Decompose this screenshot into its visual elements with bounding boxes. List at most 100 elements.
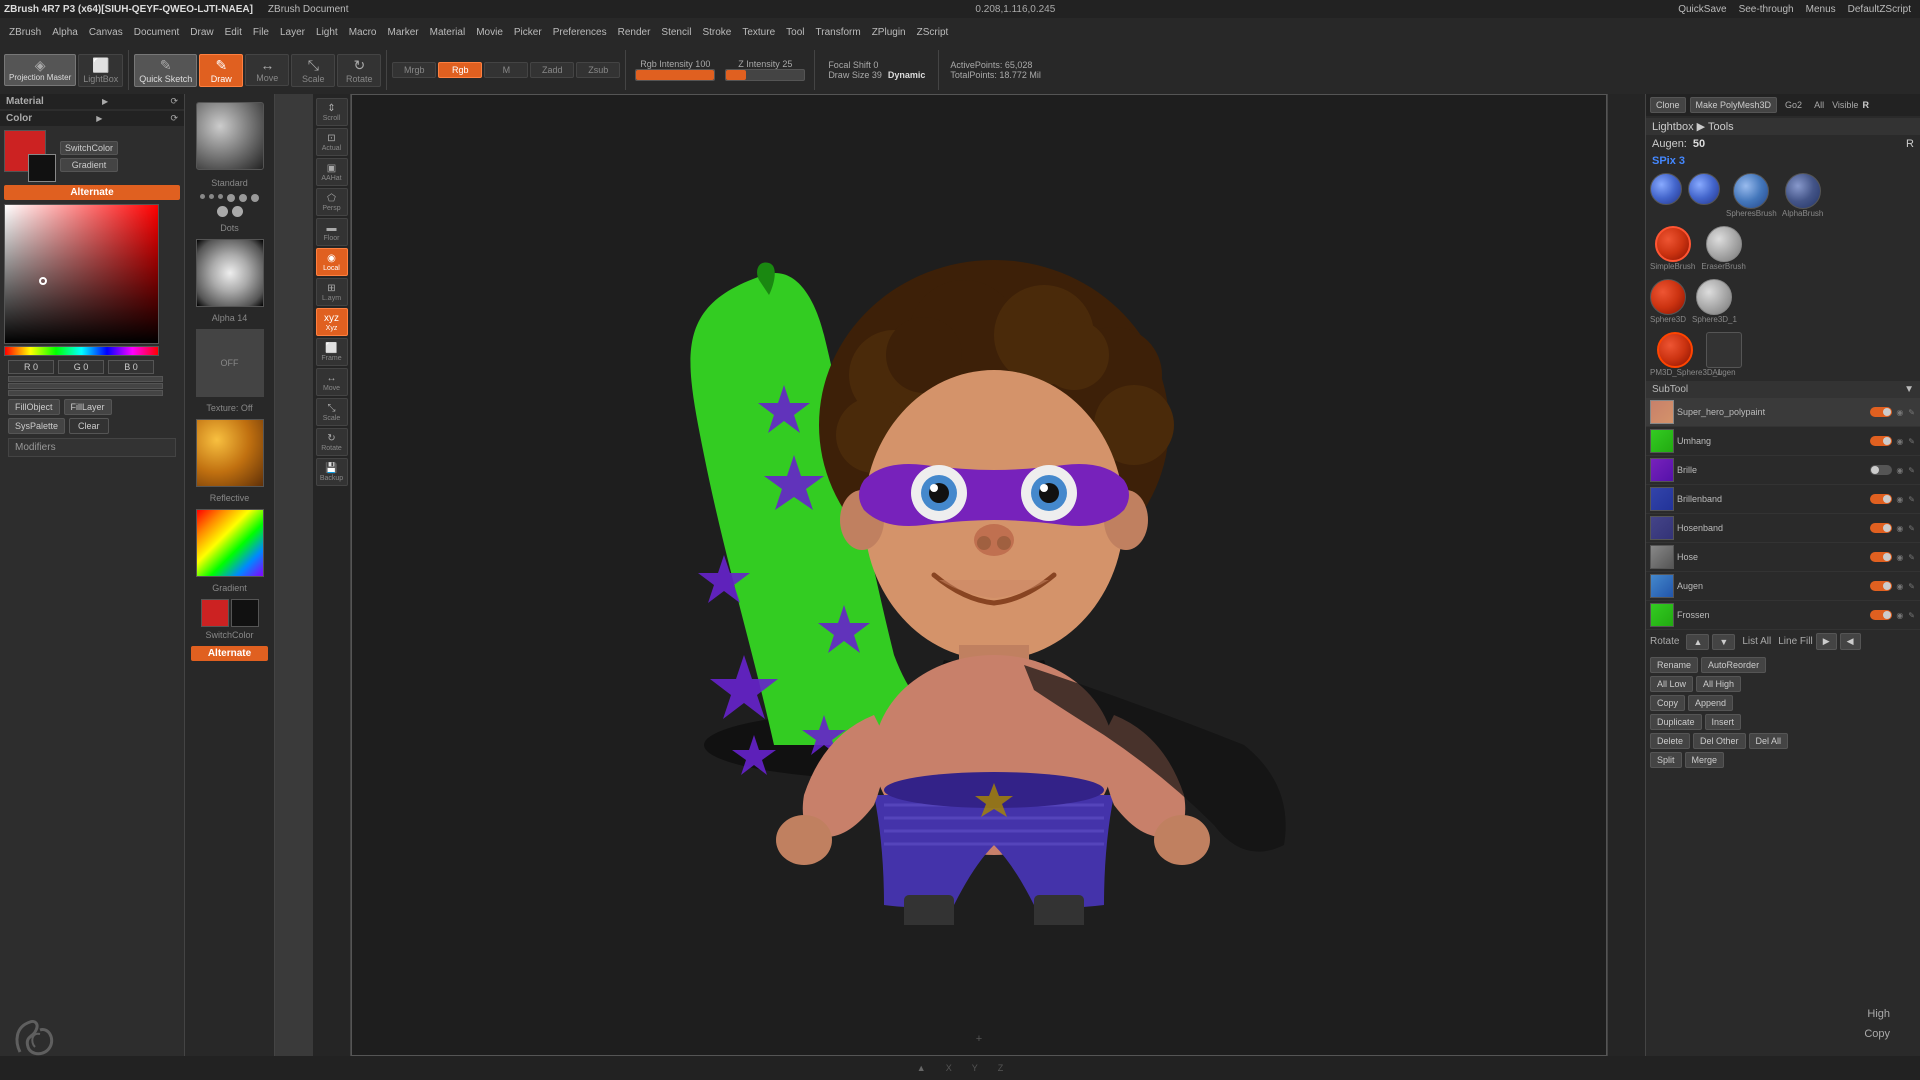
switch-color-swatch-1[interactable]: [201, 599, 229, 627]
menu-macro[interactable]: Macro: [344, 26, 382, 39]
secondary-color-swatch[interactable]: [28, 154, 56, 182]
subtool-item-6[interactable]: Hose ◉ ✎: [1646, 543, 1920, 572]
augen-item[interactable]: Augen: [1706, 332, 1742, 377]
menu-alpha[interactable]: Alpha: [47, 26, 83, 39]
menu-stencil[interactable]: Stencil: [656, 26, 696, 39]
mrgb-btn[interactable]: Mrgb: [392, 62, 436, 78]
default-script-btn[interactable]: DefaultZScript: [1843, 3, 1916, 16]
menu-item-document[interactable]: ZBrush Document: [263, 3, 354, 16]
subtool-item-8[interactable]: Frossen ◉ ✎: [1646, 601, 1920, 630]
quicksave-btn[interactable]: QuickSave: [1673, 3, 1731, 16]
subtool-item-3[interactable]: Brille ◉ ✎: [1646, 456, 1920, 485]
scroll-btn[interactable]: ⇕ Scroll: [316, 98, 348, 126]
line-fill-left-btn[interactable]: ◀: [1840, 633, 1861, 650]
menu-movie[interactable]: Movie: [471, 26, 508, 39]
subtool-toggle-1[interactable]: [1870, 407, 1892, 417]
subtool-action-1b[interactable]: ✎: [1907, 408, 1916, 417]
duplicate-btn[interactable]: Duplicate: [1650, 714, 1702, 730]
make-polymesh3d-btn[interactable]: Make PolyMesh3D: [1690, 97, 1778, 113]
subtool-toggle-7[interactable]: [1870, 581, 1892, 591]
eraser-brush-item[interactable]: EraserBrush: [1701, 226, 1745, 271]
rotate-up-btn[interactable]: ▲: [1686, 634, 1709, 650]
move-btn[interactable]: ↔ Move: [245, 54, 289, 86]
alternate-btn[interactable]: Alternate: [4, 185, 180, 200]
append-btn[interactable]: Append: [1688, 695, 1733, 711]
r-bar[interactable]: [8, 376, 163, 382]
line-fill-right-btn[interactable]: ▶: [1816, 633, 1837, 650]
draw-mode-btn[interactable]: ✎ Draw: [199, 54, 243, 87]
all-low-btn[interactable]: All Low: [1650, 676, 1693, 692]
menu-marker[interactable]: Marker: [383, 26, 424, 39]
spheres-brush-item[interactable]: SpheresBrush: [1726, 173, 1776, 218]
split-btn[interactable]: Split: [1650, 752, 1682, 768]
subtool-action-5a[interactable]: ◉: [1895, 524, 1904, 533]
menus-btn[interactable]: Menus: [1801, 3, 1841, 16]
subtool-action-6a[interactable]: ◉: [1895, 553, 1904, 562]
subtool-action-8a[interactable]: ◉: [1895, 611, 1904, 620]
subtool-action-6b[interactable]: ✎: [1907, 553, 1916, 562]
laym-btn[interactable]: ⊞ L.aym: [316, 278, 348, 306]
menu-texture[interactable]: Texture: [737, 26, 780, 39]
scale-strip-btn[interactable]: ⤡ Scale: [316, 398, 348, 426]
subtool-toggle-5[interactable]: [1870, 523, 1892, 533]
menu-picker[interactable]: Picker: [509, 26, 547, 39]
b-bar[interactable]: [8, 390, 163, 396]
subtool-item-7[interactable]: Augen ◉ ✎: [1646, 572, 1920, 601]
rename-btn[interactable]: Rename: [1650, 657, 1698, 673]
copy-btn[interactable]: Copy: [1650, 695, 1685, 711]
sphere3d-1-item[interactable]: Sphere3D_1: [1692, 279, 1737, 324]
menu-canvas[interactable]: Canvas: [84, 26, 128, 39]
projection-master-btn[interactable]: ◈ Projection Master: [4, 54, 76, 86]
viewport[interactable]: +: [351, 94, 1607, 1056]
del-other-btn[interactable]: Del Other: [1693, 733, 1746, 749]
brush-alpha-thumbnail[interactable]: [196, 239, 264, 307]
frame-btn[interactable]: ⬜ Frame: [316, 338, 348, 366]
g-input[interactable]: [58, 360, 104, 374]
menu-light[interactable]: Light: [311, 26, 343, 39]
brush-reflective-thumbnail[interactable]: [196, 419, 264, 487]
fill-layer-btn[interactable]: FillLayer: [64, 399, 112, 415]
menu-tool[interactable]: Tool: [781, 26, 809, 39]
menu-file[interactable]: File: [248, 26, 274, 39]
menu-document[interactable]: Document: [129, 26, 185, 39]
persp-btn[interactable]: ⬠ Persp: [316, 188, 348, 216]
auto-reorder-btn[interactable]: AutoReorder: [1701, 657, 1766, 673]
subtool-action-3a[interactable]: ◉: [1895, 466, 1904, 475]
g-bar[interactable]: [8, 383, 163, 389]
menu-zplugin[interactable]: ZPlugin: [867, 26, 911, 39]
zsub-btn[interactable]: Zsub: [576, 62, 620, 78]
pm3d-sphere-item[interactable]: PM3D_Sphere3D_1: [1650, 332, 1700, 377]
scale-btn[interactable]: ⤡ Scale: [291, 54, 335, 87]
menu-zscript[interactable]: ZScript: [912, 26, 954, 39]
switch-color-swatch-2[interactable]: [231, 599, 259, 627]
brush-gradient-thumbnail[interactable]: [196, 509, 264, 577]
subtool-toggle-3[interactable]: [1870, 465, 1892, 475]
insert-btn[interactable]: Insert: [1705, 714, 1742, 730]
brush-texture-thumbnail[interactable]: OFF: [196, 329, 264, 397]
rotate-btn[interactable]: ↻ Rotate: [337, 54, 381, 87]
alpha-brush-item[interactable]: AlphaBrush: [1782, 173, 1823, 218]
m-btn[interactable]: M: [484, 62, 528, 78]
move-strip-btn[interactable]: ↔ Move: [316, 368, 348, 396]
delete-btn[interactable]: Delete: [1650, 733, 1690, 749]
subtool-action-4b[interactable]: ✎: [1907, 495, 1916, 504]
menu-render[interactable]: Render: [613, 26, 656, 39]
subtool-item-2[interactable]: Umhang ◉ ✎: [1646, 427, 1920, 456]
menu-material[interactable]: Material: [425, 26, 471, 39]
lightbox-btn[interactable]: ⬜ LightBox: [78, 54, 123, 87]
subtool-action-7a[interactable]: ◉: [1895, 582, 1904, 591]
menu-transform[interactable]: Transform: [811, 26, 866, 39]
quick-sketch-btn[interactable]: ✎ Quick Sketch: [134, 54, 197, 87]
eye-sphere-1[interactable]: [1650, 173, 1682, 218]
subtool-toggle-6[interactable]: [1870, 552, 1892, 562]
sys-palette-btn[interactable]: SysPalette: [8, 418, 65, 434]
b-input[interactable]: [108, 360, 154, 374]
menu-layer[interactable]: Layer: [275, 26, 310, 39]
subtool-action-8b[interactable]: ✎: [1907, 611, 1916, 620]
clone-btn[interactable]: Clone: [1650, 97, 1686, 113]
subtool-action-2a[interactable]: ◉: [1895, 437, 1904, 446]
hue-slider[interactable]: [4, 346, 159, 356]
aahat-btn[interactable]: ▣ AAHat: [316, 158, 348, 186]
all-high-btn[interactable]: All High: [1696, 676, 1741, 692]
seethrough-btn[interactable]: See-through: [1734, 3, 1799, 16]
